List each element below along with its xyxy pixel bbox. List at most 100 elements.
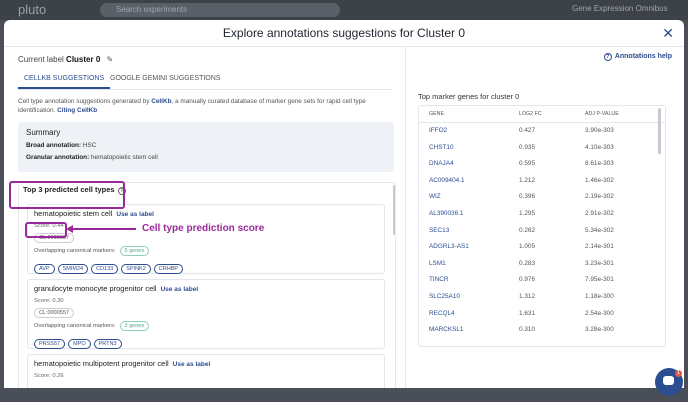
pval-value: 4.10e-303 (585, 143, 614, 151)
prediction-name-text: hematopoietic multipotent progenitor cel… (34, 359, 169, 368)
right-panel: ? Annotations help Top marker genes for c… (406, 47, 684, 388)
column-header-gene[interactable]: GENE (429, 111, 444, 117)
gene-link[interactable]: RECQL4 (429, 310, 455, 317)
tab-cellkb[interactable]: CELLKB SUGGESTIONS (18, 71, 111, 89)
gene-chip[interactable]: MPO (68, 339, 91, 349)
gene-chip[interactable]: PRSS57 (34, 339, 66, 349)
broad-annotation: Broad annotation: HSC (26, 142, 96, 149)
annotation-label: Cell type prediction score (142, 223, 265, 234)
log2fc-value: 0.283 (519, 259, 535, 267)
marker-genes-table: GENE LOG2 FC ADJ P-VALUE IFFO2 0.427 3.90e… (418, 105, 666, 347)
summary-box: Summary Broad annotation: HSC Granular a… (18, 122, 394, 172)
gene-chip[interactable]: CRHBP (153, 264, 184, 274)
table-row: RECQL4 1.631 2.54e-300 (419, 306, 665, 323)
table-row: DNAJA4 0.595 8.61e-303 (419, 156, 665, 173)
app-logo: pluto (18, 2, 47, 17)
table-row: ADGRL3-AS1 1.005 2.14e-301 (419, 239, 665, 256)
pval-value: 1.18e-300 (585, 293, 614, 300)
gene-chip[interactable]: CD133 (91, 264, 119, 274)
description-text-1: Cell type annotation suggestions generat… (18, 98, 152, 105)
broad-annotation-value: HSC (82, 142, 97, 149)
pval-value: 2.54e-300 (585, 309, 614, 317)
pval-value: 3.90e-303 (585, 127, 614, 134)
table-row: SEC13 0.262 5.34e-302 (419, 223, 665, 240)
gene-chip[interactable]: SPINK2 (121, 264, 151, 274)
gene-link[interactable]: TINCR (429, 276, 449, 283)
current-label-value: Cluster 0 (66, 55, 101, 64)
use-as-label-button[interactable]: Use as label (173, 361, 211, 368)
table-row: SLC25A10 1.312 1.18e-300 (419, 289, 665, 306)
pval-value: 2.14e-301 (585, 243, 614, 251)
gene-chip[interactable]: SMIM24 (57, 264, 89, 274)
gene-count-badge: 3 genes (119, 321, 150, 331)
log2fc-value: 1.312 (519, 293, 535, 300)
table-row: AL390036.1 1.295 2.91e-302 (419, 206, 665, 223)
gene-link[interactable]: SLC25A10 (429, 293, 460, 300)
gene-chip[interactable]: PRTN3 (93, 339, 122, 349)
gene-link[interactable]: MARCKSL1 (429, 326, 463, 333)
notification-badge: 1 (675, 370, 682, 377)
overlap-label: Overlapping canonical markers: (34, 323, 116, 329)
table-row: LSM1 0.283 3.23e-301 (419, 256, 665, 273)
log2fc-value: 1.005 (519, 243, 535, 251)
pval-value: 3.28e-300 (585, 326, 614, 334)
prediction-name: granulocyte monocyte progenitor cell Use … (34, 284, 198, 293)
tab-gemini[interactable]: GOOGLE GEMINI SUGGESTIONS (104, 71, 226, 87)
log2fc-value: 0.976 (519, 276, 535, 284)
arrow-line (72, 228, 136, 230)
table-header: GENE LOG2 FC ADJ P-VALUE (419, 106, 665, 123)
citing-cellkb-link[interactable]: Citing CellKb (57, 107, 97, 114)
granular-annotation-value: hematopoietic stem cell (90, 154, 158, 161)
gene-link[interactable]: WIZ (429, 193, 441, 200)
close-icon[interactable]: ✕ (662, 26, 674, 40)
cell-ontology-id[interactable]: CL:0000557 (34, 308, 74, 318)
annotations-help-link[interactable]: ? Annotations help (603, 53, 672, 61)
log2fc-value: 1.212 (519, 176, 535, 184)
marker-genes-title: Top marker genes for cluster 0 (418, 92, 520, 101)
pencil-icon[interactable]: ✎ (107, 55, 114, 64)
log2fc-value: 0.310 (519, 326, 535, 334)
gene-link[interactable]: LSM1 (429, 260, 446, 267)
table-row: WIZ 0.396 2.19e-302 (419, 189, 665, 206)
gene-chip[interactable]: AVP (34, 264, 55, 274)
broad-annotation-label: Broad annotation: (26, 142, 82, 149)
column-header-pval[interactable]: ADJ P-VALUE (585, 111, 619, 117)
gene-count-badge: 5 genes (119, 246, 150, 256)
log2fc-value: 0.427 (519, 127, 535, 134)
cellkb-link[interactable]: CellKb (151, 98, 171, 105)
overlap-markers: Overlapping canonical markers: 3 genes (34, 321, 150, 331)
predictions-panel: Top 3 predicted cell types? hematopoieti… (18, 182, 396, 388)
current-label-prefix: Current label (18, 55, 64, 64)
gene-link[interactable]: CHST10 (429, 144, 454, 151)
user-name[interactable]: Gene Expression Omnibus (572, 4, 668, 13)
current-label: Current label Cluster 0 ✎ (18, 55, 113, 64)
prediction-name-text: granulocyte monocyte progenitor cell (34, 284, 157, 293)
pval-value: 2.91e-302 (585, 210, 614, 217)
use-as-label-button[interactable]: Use as label (116, 211, 154, 218)
left-panel: Current label Cluster 0 ✎ CELLKB SUGGEST… (4, 47, 405, 388)
table-row: AC009404.1 1.212 1.46e-302 (419, 173, 665, 190)
gene-link[interactable]: ADGRL3-AS1 (429, 243, 469, 250)
summary-heading: Summary (26, 128, 61, 137)
gene-link[interactable]: AC009404.1 (429, 177, 465, 184)
pval-value: 8.61e-303 (585, 160, 614, 168)
prediction-card: granulocyte monocyte progenitor cell Use … (27, 279, 385, 349)
gene-link[interactable]: IFFO2 (429, 127, 447, 134)
gene-link[interactable]: SEC13 (429, 227, 449, 234)
search-input[interactable]: Search experiments (100, 3, 340, 17)
pval-value: 7.95e-301 (585, 276, 614, 284)
overlap-label: Overlapping canonical markers: (34, 248, 116, 254)
use-as-label-button[interactable]: Use as label (161, 286, 199, 293)
predictions-highlight (9, 181, 125, 209)
predictions-scrollbar[interactable] (393, 185, 395, 235)
gene-link[interactable]: DNAJA4 (429, 160, 454, 167)
chat-button[interactable]: 1 (655, 368, 683, 396)
log2fc-value: 0.595 (519, 160, 535, 168)
log2fc-value: 1.295 (519, 210, 535, 217)
modal-title: Explore annotations suggestions for Clus… (222, 26, 466, 40)
chat-icon (663, 376, 674, 385)
gene-chips: PRSS57 MPO PRTN3 (34, 332, 125, 350)
column-header-log2fc[interactable]: LOG2 FC (519, 111, 542, 117)
gene-link[interactable]: AL390036.1 (429, 210, 463, 217)
table-scrollbar[interactable] (658, 108, 661, 154)
